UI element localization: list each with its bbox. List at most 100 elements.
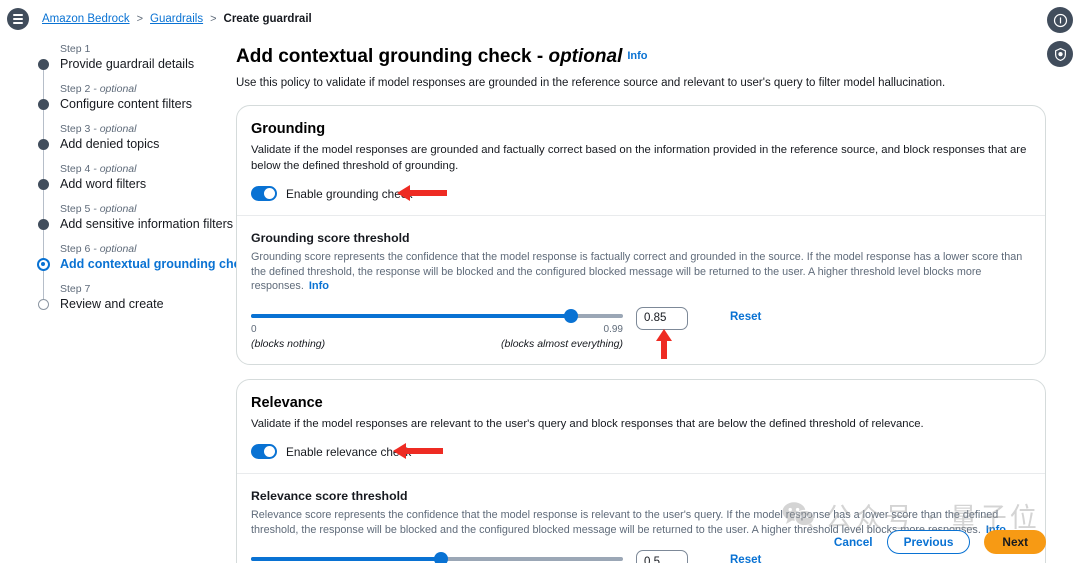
enable-grounding-check-toggle[interactable] xyxy=(251,186,277,201)
top-bar: Amazon Bedrock > Guardrails > Create gua… xyxy=(0,0,1080,38)
step-number: Step 2 xyxy=(60,83,91,95)
menu-icon[interactable] xyxy=(7,8,29,30)
grounding-title: Grounding xyxy=(251,121,326,137)
step-number: Step 7 xyxy=(60,283,91,295)
create-guardrail-page: Amazon Bedrock > Guardrails > Create gua… xyxy=(0,0,1080,563)
sidebar-item-add-contextual-grounding-check[interactable]: Step 6 - optional Add contextual groundi… xyxy=(37,242,254,302)
step-number: Step 5 xyxy=(60,203,91,215)
grounding-slider-legends: (blocks nothing) (blocks almost everythi… xyxy=(251,338,623,350)
step-optional: - optional xyxy=(90,243,137,255)
relevance-slider-fill xyxy=(251,557,441,561)
enable-relevance-check-toggle[interactable] xyxy=(251,444,277,459)
grounding-slider-fill xyxy=(251,313,571,318)
right-rail xyxy=(1047,7,1073,67)
sidebar-item-label[interactable]: Add sensitive information filters xyxy=(60,216,233,232)
relevance-score-threshold-title: Relevance score threshold xyxy=(251,489,408,503)
annotation-arrow-grounding-toggle xyxy=(397,185,447,201)
step-number-label: Step 4 - optional xyxy=(60,162,228,176)
sidebar-item-add-sensitive-information-filters[interactable]: Step 5 - optional Add sensitive informat… xyxy=(38,202,233,264)
sidebar-item-label[interactable]: Add contextual grounding check xyxy=(60,256,254,272)
step-optional: - optional xyxy=(90,123,137,135)
header-info-link[interactable]: Info xyxy=(627,50,647,62)
grounding-threshold-info-link[interactable]: Info xyxy=(309,280,329,292)
step-optional: - optional xyxy=(90,203,137,215)
relevance-toggle-row: Enable relevance check xyxy=(251,443,1031,459)
previous-button[interactable]: Previous xyxy=(886,530,971,554)
relevance-slider-thumb[interactable] xyxy=(433,552,448,563)
grounding-threshold-input[interactable] xyxy=(636,306,688,330)
page-title-optional: optional xyxy=(548,46,623,67)
shield-clock-icon[interactable] xyxy=(1047,41,1073,67)
grounding-slider-ticks: 0 0.99 xyxy=(251,324,623,335)
wizard-actions: Cancel Previous Next xyxy=(834,530,1046,554)
page-title: Add contextual grounding check - optiona… xyxy=(236,44,1046,69)
grounding-slider-max-legend: (blocks almost everything) xyxy=(501,337,623,350)
step-indicator-dot xyxy=(38,59,49,70)
relevance-title: Relevance xyxy=(251,394,323,411)
sidebar-item-label[interactable]: Review and create xyxy=(60,296,228,312)
step-indicator-dot-active xyxy=(37,258,50,271)
step-optional: - optional xyxy=(90,83,137,95)
grounding-header-section: Grounding Validate if the model response… xyxy=(237,106,1045,215)
step-number: Step 3 xyxy=(60,123,91,135)
relevance-header-section: Relevance Validate if the model response… xyxy=(237,380,1045,474)
grounding-slider-min-legend: (blocks nothing) xyxy=(251,337,326,350)
relevance-slider[interactable]: 0 0.99 (blocks nothing) (blocks almost e… xyxy=(251,550,623,563)
grounding-threshold-desc-text: Grounding score represents the confidenc… xyxy=(251,251,1023,292)
grounding-slider-max-label: 0.99 xyxy=(603,323,623,335)
step-number: Step 6 xyxy=(60,243,91,255)
sidebar-item-add-denied-topics[interactable]: Step 3 - optional Add denied topics xyxy=(38,122,228,184)
grounding-slider-track[interactable] xyxy=(251,308,623,323)
breadcrumb-item-amazon-bedrock[interactable]: Amazon Bedrock xyxy=(42,13,130,25)
sidebar-item-label[interactable]: Add word filters xyxy=(60,176,228,192)
step-number-label: Step 2 - optional xyxy=(60,82,228,96)
enable-grounding-check-label[interactable]: Enable grounding check xyxy=(286,187,413,201)
grounding-threshold-section: Grounding score threshold Grounding scor… xyxy=(237,216,1045,364)
sidebar-item-configure-content-filters[interactable]: Step 2 - optional Configure content filt… xyxy=(38,82,228,144)
step-number-label: Step 7 xyxy=(60,282,228,296)
sidebar-item-label[interactable]: Add denied topics xyxy=(60,136,228,152)
toggle-knob xyxy=(264,446,275,457)
step-optional: - optional xyxy=(90,163,137,175)
annotation-arrow-grounding-input xyxy=(656,328,672,359)
relevance-description: Validate if the model responses are rele… xyxy=(251,417,924,430)
grounding-card: Grounding Validate if the model response… xyxy=(236,105,1046,365)
grounding-slider-thumb[interactable] xyxy=(563,308,578,323)
relevance-threshold-input[interactable] xyxy=(636,550,688,563)
breadcrumb-separator-icon: > xyxy=(210,13,217,25)
step-indicator-dot xyxy=(38,219,49,230)
page-description: Use this policy to validate if model res… xyxy=(236,77,946,89)
step-indicator-dot xyxy=(38,139,49,150)
grounding-score-threshold-title: Grounding score threshold xyxy=(251,231,410,245)
next-button[interactable]: Next xyxy=(984,530,1046,554)
sidebar-item-label[interactable]: Provide guardrail details xyxy=(60,56,228,72)
grounding-reset-link[interactable]: Reset xyxy=(730,311,761,323)
sidebar-item-review-and-create[interactable]: Step 7 Review and create xyxy=(38,282,228,312)
step-number-label: Step 6 - optional xyxy=(60,242,228,256)
sidebar-item-provide-guardrail-details[interactable]: Step 1 Provide guardrail details xyxy=(38,42,228,104)
sidebar-item-add-word-filters[interactable]: Step 4 - optional Add word filters xyxy=(38,162,228,224)
breadcrumb: Amazon Bedrock > Guardrails > Create gua… xyxy=(42,13,312,25)
breadcrumb-item-create-guardrail: Create guardrail xyxy=(223,13,312,25)
step-indicator-dot xyxy=(38,99,49,110)
cancel-button[interactable]: Cancel xyxy=(834,535,873,549)
step-indicator-dot-pending xyxy=(38,299,49,310)
info-circle-icon[interactable] xyxy=(1047,7,1073,33)
wizard-navigation: Step 1 Provide guardrail details Step 2 … xyxy=(37,42,254,312)
relevance-slider-track[interactable] xyxy=(251,552,623,563)
step-number: Step 1 xyxy=(60,43,91,55)
grounding-description: Validate if the model responses are grou… xyxy=(251,144,1027,172)
grounding-slider[interactable]: 0 0.99 (blocks nothing) (blocks almost e… xyxy=(251,307,623,350)
sidebar-item-label[interactable]: Configure content filters xyxy=(60,96,228,112)
grounding-toggle-row: Enable grounding check xyxy=(251,185,1031,201)
grounding-slider-row: 0 0.99 (blocks nothing) (blocks almost e… xyxy=(251,306,1031,359)
page-title-text: Add contextual grounding check - xyxy=(236,46,549,67)
toggle-knob xyxy=(264,188,275,199)
grounding-score-threshold-description: Grounding score represents the confidenc… xyxy=(251,250,1031,294)
annotation-arrow-relevance-toggle xyxy=(393,443,443,459)
breadcrumb-separator-icon: > xyxy=(136,13,144,25)
step-number-label: Step 1 xyxy=(60,42,228,56)
step-number: Step 4 xyxy=(60,163,91,175)
relevance-reset-link[interactable]: Reset xyxy=(730,554,761,563)
breadcrumb-item-guardrails[interactable]: Guardrails xyxy=(150,13,203,25)
